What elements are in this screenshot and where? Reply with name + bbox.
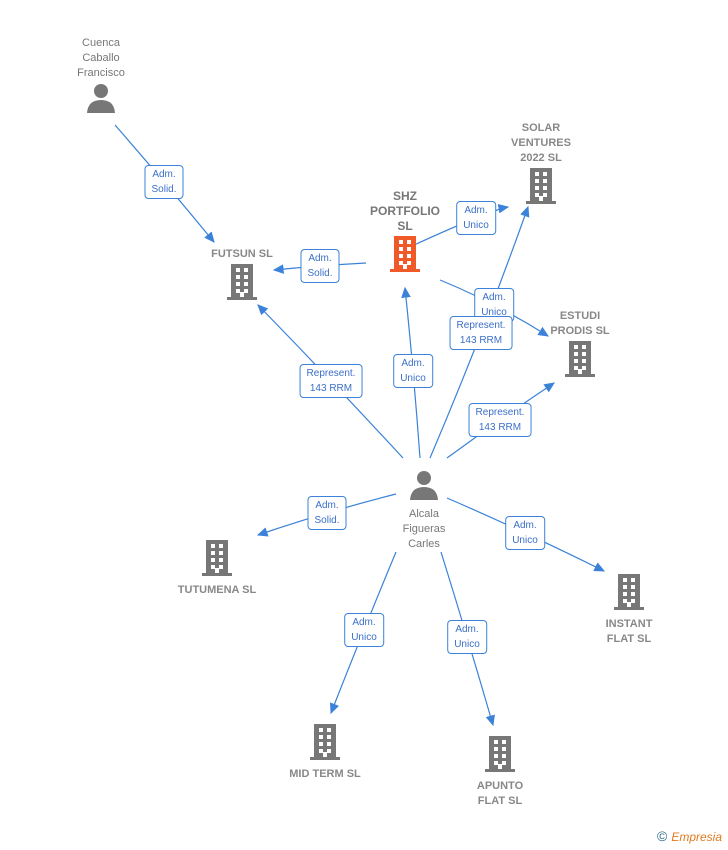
relation-label[interactable]: Represent. 143 RRM (299, 364, 363, 398)
relation-label[interactable]: Adm. Solid. (144, 165, 184, 199)
relation-label[interactable]: Adm. Unico (456, 201, 496, 235)
person-icon (369, 470, 479, 505)
building-icon (350, 236, 460, 277)
building-icon (445, 736, 555, 777)
building-icon (270, 724, 380, 765)
node-cuenca[interactable]: Cuenca Caballo Francisco (46, 36, 156, 120)
node-label: FUTSUN SL (211, 248, 273, 260)
node-label: SHZ PORTFOLIO SL (370, 189, 440, 233)
node-solar[interactable]: SOLAR VENTURES 2022 SL (486, 121, 596, 211)
node-label: TUTUMENA SL (177, 584, 257, 596)
relation-label[interactable]: Adm. Solid. (300, 249, 340, 283)
node-label: APUNTO FLAT SL (476, 780, 524, 807)
relation-label[interactable]: Adm. Unico (447, 620, 487, 654)
building-icon (162, 540, 272, 581)
network-diagram: © Empresia Cuenca Caballo Francisco FUTSUN… (0, 0, 728, 850)
node-label: INSTANT FLAT SL (605, 618, 653, 645)
node-apunto[interactable]: APUNTO FLAT SL (445, 734, 555, 809)
relation-label[interactable]: Adm. Unico (505, 516, 545, 550)
relation-label[interactable]: Adm. Solid. (307, 496, 347, 530)
person-icon (46, 83, 156, 118)
node-label: ESTUDI PRODIS SL (550, 310, 610, 337)
node-estudi[interactable]: ESTUDI PRODIS SL (525, 309, 635, 384)
node-shz[interactable]: SHZ PORTFOLIO SL (350, 189, 460, 279)
relation-label[interactable]: Represent. 143 RRM (468, 403, 532, 437)
node-alcala[interactable]: Alcala Figueras Carles (369, 468, 479, 552)
building-icon (525, 341, 635, 382)
empresia-logo: © Empresia (656, 828, 722, 844)
relation-label[interactable]: Adm. Unico (393, 354, 433, 388)
node-label: Cuenca Caballo Francisco (77, 37, 125, 79)
building-icon (187, 264, 297, 305)
node-instant[interactable]: INSTANT FLAT SL (574, 572, 684, 647)
node-label: SOLAR VENTURES 2022 SL (511, 122, 571, 164)
node-label: MID TERM SL (289, 768, 361, 780)
building-icon (574, 574, 684, 615)
node-midterm[interactable]: MID TERM SL (270, 722, 380, 782)
building-icon (486, 168, 596, 209)
node-tutumena[interactable]: TUTUMENA SL (162, 538, 272, 598)
relation-label[interactable]: Represent. 143 RRM (449, 316, 513, 350)
node-futsun[interactable]: FUTSUN SL (187, 247, 297, 307)
relation-label[interactable]: Adm. Unico (344, 613, 384, 647)
node-label: Alcala Figueras Carles (402, 508, 446, 550)
